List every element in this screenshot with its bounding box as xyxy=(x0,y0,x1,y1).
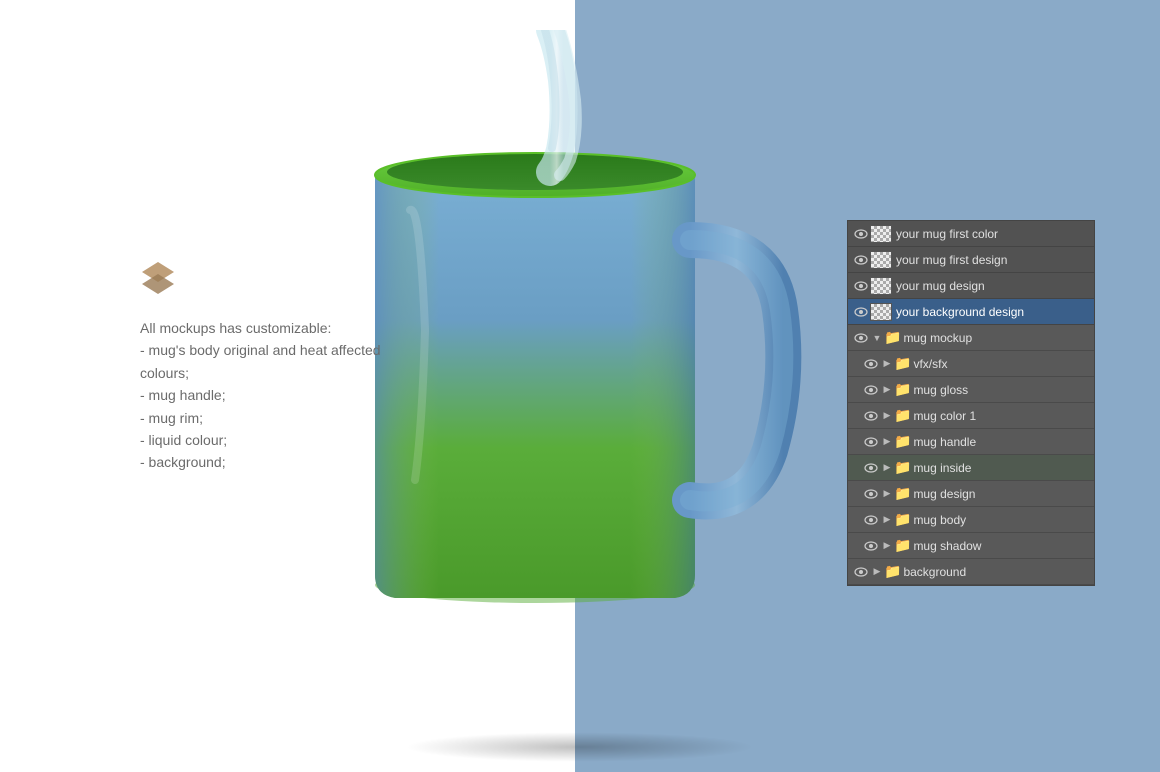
layer-name: mug gloss xyxy=(913,383,1090,397)
layer-row-mug-mockup[interactable]: ▼ 📁 mug mockup xyxy=(848,325,1094,351)
folder-icon: 📁 xyxy=(894,511,911,528)
folder-icon: 📁 xyxy=(894,485,911,502)
layer-row-vfx-sfx[interactable]: ▶ 📁 vfx/sfx xyxy=(848,351,1094,377)
expand-arrow-icon[interactable]: ▶ xyxy=(880,539,894,553)
eye-svg xyxy=(854,307,868,317)
layer-thumbnail xyxy=(870,277,892,295)
layers-panel: your mug first color your mug first desi… xyxy=(847,220,1095,586)
layer-name: mug mockup xyxy=(903,331,1090,345)
layer-name: mug shadow xyxy=(913,539,1090,553)
expand-arrow-icon[interactable]: ▶ xyxy=(880,513,894,527)
folder-icon: 📁 xyxy=(894,459,911,476)
layer-name: your mug first design xyxy=(896,253,1090,267)
folder-icon: 📁 xyxy=(894,407,911,424)
layer-row-background[interactable]: ▶ 📁 background xyxy=(848,559,1094,585)
visibility-icon[interactable] xyxy=(862,459,880,477)
visibility-icon[interactable] xyxy=(862,511,880,529)
smart-object-rows: your mug first color your mug first desi… xyxy=(848,221,1094,325)
layer-row-mug-design-top[interactable]: your mug design xyxy=(848,273,1094,299)
layer-row-mug-color-1[interactable]: ▶ 📁 mug color 1 xyxy=(848,403,1094,429)
eye-svg xyxy=(854,255,868,265)
mug-shadow xyxy=(405,732,755,762)
layer-thumbnail xyxy=(870,225,892,243)
layers-icon xyxy=(140,260,176,296)
layer-row-mug-body[interactable]: ▶ 📁 mug body xyxy=(848,507,1094,533)
eye-svg xyxy=(854,567,868,577)
description-text: All mockups has customizable: - mug's bo… xyxy=(140,317,420,474)
layer-row-mug-design[interactable]: ▶ 📁 mug design xyxy=(848,481,1094,507)
layer-row-mug-handle[interactable]: ▶ 📁 mug handle xyxy=(848,429,1094,455)
eye-svg xyxy=(864,437,878,447)
visibility-icon[interactable] xyxy=(862,381,880,399)
folder-icon: 📁 xyxy=(884,563,901,580)
folder-icon: 📁 xyxy=(894,355,911,372)
layer-name: vfx/sfx xyxy=(913,357,1090,371)
visibility-icon[interactable] xyxy=(862,407,880,425)
layer-name: mug design xyxy=(913,487,1090,501)
visibility-icon[interactable] xyxy=(852,329,870,347)
layer-row-mug-gloss[interactable]: ▶ 📁 mug gloss xyxy=(848,377,1094,403)
eye-svg xyxy=(864,489,878,499)
layer-row-mug-shadow[interactable]: ▶ 📁 mug shadow xyxy=(848,533,1094,559)
visibility-icon[interactable] xyxy=(852,251,870,269)
layer-name: your background design xyxy=(896,305,1090,319)
visibility-icon[interactable] xyxy=(862,433,880,451)
visibility-icon[interactable] xyxy=(852,303,870,321)
expand-arrow-icon[interactable]: ▶ xyxy=(880,357,894,371)
visibility-icon[interactable] xyxy=(862,355,880,373)
layer-name: mug handle xyxy=(913,435,1090,449)
eye-svg xyxy=(864,385,878,395)
layer-thumbnail xyxy=(870,303,892,321)
visibility-icon[interactable] xyxy=(862,485,880,503)
layer-name: mug color 1 xyxy=(913,409,1090,423)
eye-svg xyxy=(864,463,878,473)
eye-svg xyxy=(854,281,868,291)
layer-name: mug inside xyxy=(913,461,1090,475)
eye-svg xyxy=(864,515,878,525)
visibility-icon[interactable] xyxy=(852,277,870,295)
expand-arrow-icon[interactable]: ▶ xyxy=(880,383,894,397)
expand-arrow-icon[interactable]: ▶ xyxy=(880,487,894,501)
expand-arrow-icon[interactable]: ▶ xyxy=(880,435,894,449)
folder-icon: 📁 xyxy=(884,329,901,346)
expand-arrow-icon[interactable]: ▶ xyxy=(880,409,894,423)
eye-svg xyxy=(854,333,868,343)
visibility-icon[interactable] xyxy=(862,537,880,555)
folder-icon: 📁 xyxy=(894,537,911,554)
layer-thumbnail xyxy=(870,251,892,269)
layer-row-mug-inside[interactable]: ▶ 📁 mug inside xyxy=(848,455,1094,481)
layer-name: your mug design xyxy=(896,279,1090,293)
folder-icon: 📁 xyxy=(894,433,911,450)
eye-svg xyxy=(854,229,868,239)
layer-name: background xyxy=(903,565,1090,579)
expand-arrow-icon[interactable]: ▶ xyxy=(880,461,894,475)
left-panel: All mockups has customizable: - mug's bo… xyxy=(140,260,420,474)
layer-row-background-design[interactable]: your background design xyxy=(848,299,1094,325)
visibility-icon[interactable] xyxy=(852,225,870,243)
eye-svg xyxy=(864,411,878,421)
layer-row-mug-first-design[interactable]: your mug first design xyxy=(848,247,1094,273)
layer-row-mug-first-color[interactable]: your mug first color xyxy=(848,221,1094,247)
expand-arrow-icon[interactable]: ▼ xyxy=(870,331,884,345)
eye-svg xyxy=(864,359,878,369)
layer-name: your mug first color xyxy=(896,227,1090,241)
folder-icon: 📁 xyxy=(894,381,911,398)
layer-name: mug body xyxy=(913,513,1090,527)
visibility-icon[interactable] xyxy=(852,563,870,581)
eye-svg xyxy=(864,541,878,551)
expand-arrow-icon[interactable]: ▶ xyxy=(870,565,884,579)
